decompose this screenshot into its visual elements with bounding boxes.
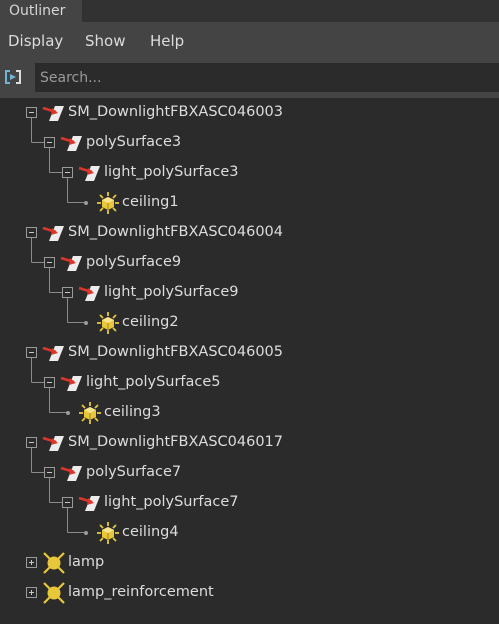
outliner-item[interactable]: ceiling3 — [0, 398, 499, 428]
point-light-icon — [96, 311, 120, 335]
leaf-dot — [66, 411, 70, 415]
transform-mesh-icon — [78, 281, 102, 305]
point-light-icon — [96, 191, 120, 215]
transform-mesh-icon — [60, 461, 84, 485]
outliner-item[interactable]: polySurface9 — [0, 248, 499, 278]
outliner-item-label: polySurface3 — [86, 134, 182, 150]
collapse-toggle-icon[interactable] — [62, 287, 73, 298]
expand-toggle-icon[interactable] — [26, 557, 37, 568]
menu-show[interactable]: Show — [85, 22, 125, 60]
transform-mesh-icon — [78, 491, 102, 515]
menu-display[interactable]: Display — [8, 22, 63, 60]
outliner-tab[interactable]: Outliner — [0, 0, 82, 22]
menu-help[interactable]: Help — [150, 22, 184, 60]
leaf-dot — [84, 531, 88, 535]
collapse-toggle-icon[interactable] — [44, 257, 55, 268]
outliner-item-label: SM_DownlightFBXASC046004 — [68, 224, 284, 240]
outliner-item[interactable]: light_polySurface3 — [0, 158, 499, 188]
transform-mesh-icon — [60, 371, 84, 395]
transform-mesh-icon — [42, 221, 66, 245]
directional-light-icon — [42, 551, 66, 575]
outliner-item-label: ceiling3 — [104, 404, 161, 420]
outliner-item-label: SM_DownlightFBXASC046003 — [68, 104, 284, 120]
transform-mesh-icon — [78, 161, 102, 185]
search-input[interactable] — [35, 63, 499, 92]
outliner-item[interactable]: SM_DownlightFBXASC046004 — [0, 218, 499, 248]
collapse-toggle-icon[interactable] — [26, 437, 37, 448]
directional-light-icon — [42, 581, 66, 605]
outliner-item-label: light_polySurface7 — [104, 494, 239, 510]
outliner-item-label: ceiling2 — [122, 314, 179, 330]
collapse-toggle-icon[interactable] — [62, 167, 73, 178]
collapse-toggle-icon[interactable] — [26, 107, 37, 118]
collapse-toggle-icon[interactable] — [26, 347, 37, 358]
outliner-item-label: light_polySurface3 — [104, 164, 239, 180]
transform-mesh-icon — [60, 131, 84, 155]
outliner-item-label: polySurface9 — [86, 254, 182, 270]
collapse-toggle-icon[interactable] — [62, 497, 73, 508]
transform-mesh-icon — [42, 431, 66, 455]
outliner-item[interactable]: ceiling1 — [0, 188, 499, 218]
outliner-item-label: light_polySurface5 — [86, 374, 221, 390]
outliner-item[interactable]: ceiling2 — [0, 308, 499, 338]
expand-toggle-icon[interactable] — [26, 587, 37, 598]
outliner-item[interactable]: light_polySurface7 — [0, 488, 499, 518]
outliner-item[interactable]: light_polySurface5 — [0, 368, 499, 398]
outliner-item-label: polySurface7 — [86, 464, 182, 480]
point-light-icon — [78, 401, 102, 425]
outliner-item[interactable]: lamp_reinforcement — [0, 578, 499, 608]
outliner-item[interactable]: SM_DownlightFBXASC046003 — [0, 98, 499, 128]
menu-bar: Display Show Help — [0, 22, 499, 58]
outliner-item[interactable]: light_polySurface9 — [0, 278, 499, 308]
outliner-item[interactable]: SM_DownlightFBXASC046005 — [0, 338, 499, 368]
filter-toggle-icon[interactable] — [2, 66, 24, 88]
collapse-toggle-icon[interactable] — [44, 467, 55, 478]
outliner-item[interactable]: polySurface7 — [0, 458, 499, 488]
collapse-toggle-icon[interactable] — [44, 377, 55, 388]
leaf-dot — [84, 201, 88, 205]
point-light-icon — [96, 521, 120, 545]
outliner-item-label: lamp_reinforcement — [68, 584, 214, 600]
outliner-item[interactable]: lamp — [0, 548, 499, 578]
outliner-tree: SM_DownlightFBXASC046003 polySurface3 ligh… — [0, 98, 499, 624]
outliner-item-label: ceiling1 — [122, 194, 179, 210]
collapse-toggle-icon[interactable] — [44, 137, 55, 148]
outliner-item-label: ceiling4 — [122, 524, 179, 540]
leaf-dot — [84, 321, 88, 325]
outliner-item[interactable]: ceiling4 — [0, 518, 499, 548]
title-bar: Outliner — [0, 0, 499, 22]
transform-mesh-icon — [42, 341, 66, 365]
outliner-item-label: lamp — [68, 554, 105, 570]
outliner-item-label: SM_DownlightFBXASC046005 — [68, 344, 284, 360]
outliner-item[interactable]: SM_DownlightFBXASC046017 — [0, 428, 499, 458]
transform-mesh-icon — [42, 101, 66, 125]
collapse-toggle-icon[interactable] — [26, 227, 37, 238]
outliner-item[interactable]: polySurface3 — [0, 128, 499, 158]
outliner-item-label: light_polySurface9 — [104, 284, 239, 300]
outliner-item-label: SM_DownlightFBXASC046017 — [68, 434, 284, 450]
transform-mesh-icon — [60, 251, 84, 275]
